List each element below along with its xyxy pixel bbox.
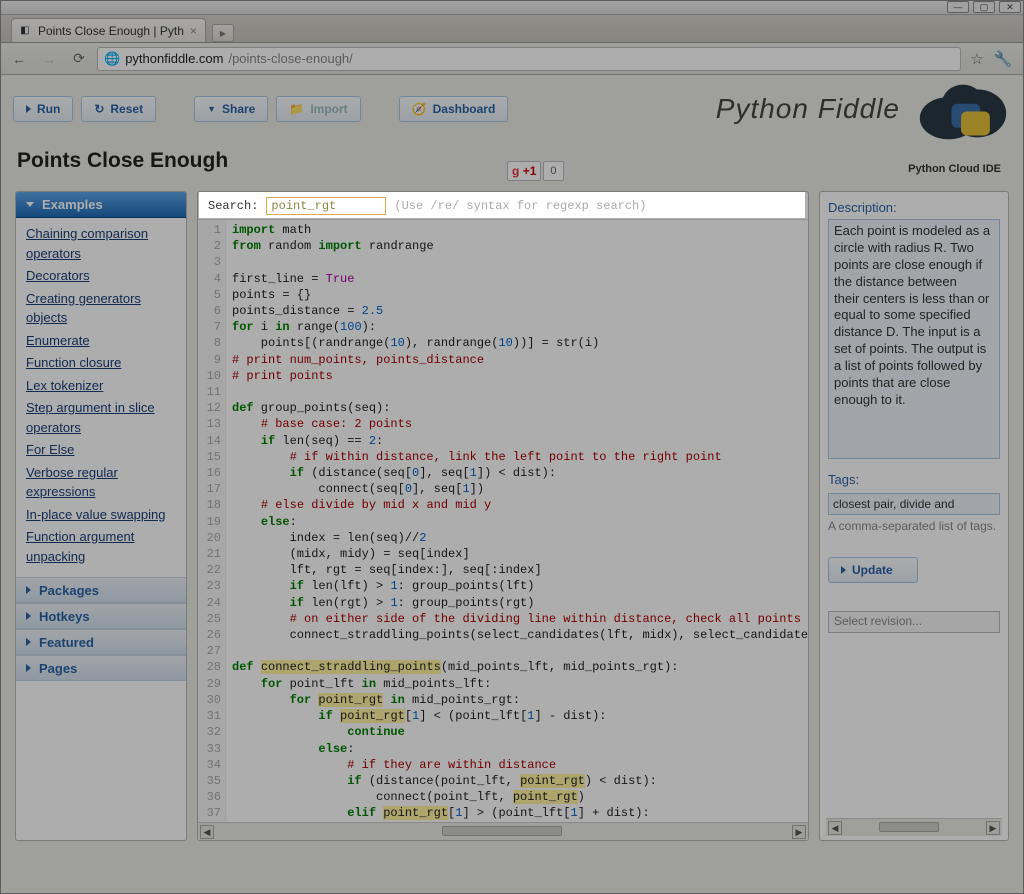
url-path: /points-close-enough/ xyxy=(228,51,352,66)
browser-toolbar: ← → ⟳ 🌐 pythonfiddle.com/points-close-en… xyxy=(1,43,1023,75)
scroll-right-icon[interactable]: ▶ xyxy=(792,825,806,839)
play-icon xyxy=(26,105,31,113)
sidebar-item[interactable]: Lex tokenizer xyxy=(26,376,176,396)
line-gutter: 1 2 3 4 5 6 7 8 9 10 11 12 13 14 15 16 1… xyxy=(198,220,226,822)
new-tab-button[interactable]: ▸ xyxy=(212,24,234,42)
url-host: pythonfiddle.com xyxy=(125,51,223,66)
page-title: Points Close Enough xyxy=(17,149,228,173)
forward-button[interactable]: → xyxy=(37,47,61,71)
update-button[interactable]: Update xyxy=(828,557,918,583)
app-toolbar: Run ↻ Reset ▼ Share 📁 Import 🧭 Dashboard Pyt… xyxy=(13,89,1011,129)
editor-scrollbar[interactable]: ◀ ▶ xyxy=(198,822,808,840)
google-plus-widget[interactable]: g +1 0 xyxy=(507,161,564,181)
browser-tab[interactable]: ◧ Points Close Enough | Pyth × xyxy=(11,18,206,42)
code-editor[interactable]: 1 2 3 4 5 6 7 8 9 10 11 12 13 14 15 16 1… xyxy=(198,220,808,822)
chevron-right-icon xyxy=(26,586,31,594)
sidebar-item[interactable]: Enumerate xyxy=(26,331,176,351)
sidebar-item[interactable]: For Else xyxy=(26,440,176,460)
sidebar-header-collapsed[interactable]: Pages xyxy=(16,655,186,681)
code-text[interactable]: import math from random import randrange… xyxy=(226,220,808,822)
sidebar-header-label: Examples xyxy=(42,197,103,212)
sidebar-header-label: Featured xyxy=(39,635,94,650)
chevron-right-icon xyxy=(26,638,31,646)
editor-panel: Search: (Use /re/ syntax for regexp sear… xyxy=(197,191,809,841)
description-textarea[interactable] xyxy=(828,219,1000,459)
sidebar-header-label: Pages xyxy=(39,661,77,676)
tags-input[interactable] xyxy=(828,493,1000,515)
reload-button[interactable]: ⟳ xyxy=(67,47,91,71)
globe-icon: 🌐 xyxy=(104,51,120,67)
scroll-right-icon[interactable]: ▶ xyxy=(986,821,1000,835)
brand-subtitle: Python Cloud IDE xyxy=(908,163,1001,175)
tags-label: Tags: xyxy=(828,472,1000,487)
tab-close-icon[interactable]: × xyxy=(190,24,197,38)
sidebar-item[interactable]: Verbose regular expressions xyxy=(26,463,176,502)
sidebar-item[interactable]: Function argument unpacking xyxy=(26,527,176,566)
import-label: Import xyxy=(310,102,347,116)
sidebar-header-collapsed[interactable]: Packages xyxy=(16,577,186,603)
reset-label: Reset xyxy=(110,102,143,116)
chevron-right-icon xyxy=(26,612,31,620)
sidebar-header-label: Packages xyxy=(39,583,99,598)
url-bar[interactable]: 🌐 pythonfiddle.com/points-close-enough/ xyxy=(97,47,961,71)
share-label: Share xyxy=(222,102,255,116)
scroll-left-icon[interactable]: ◀ xyxy=(828,821,842,835)
tab-title: Points Close Enough | Pyth xyxy=(38,24,184,38)
sidebar-item[interactable]: In-place value swapping xyxy=(26,505,176,525)
window-maximize-button[interactable]: ▢ xyxy=(973,1,995,13)
description-label: Description: xyxy=(828,200,1000,215)
browser-tabstrip: ◧ Points Close Enough | Pyth × ▸ xyxy=(1,15,1023,43)
sidebar-item[interactable]: Decorators xyxy=(26,266,176,286)
gplus-label: +1 xyxy=(523,164,537,178)
dashboard-button[interactable]: 🧭 Dashboard xyxy=(399,96,509,122)
gplus-count: 0 xyxy=(543,161,563,181)
revision-select[interactable]: Select revision... xyxy=(828,611,1000,633)
update-label: Update xyxy=(852,563,893,577)
spotlight-overlay xyxy=(199,192,805,218)
reset-button[interactable]: ↻ Reset xyxy=(81,96,156,122)
sidebar-item[interactable]: Step argument in slice operators xyxy=(26,398,176,437)
scroll-thumb[interactable] xyxy=(879,822,939,832)
sidebar-header-collapsed[interactable]: Hotkeys xyxy=(16,603,186,629)
scroll-thumb[interactable] xyxy=(442,826,562,836)
brand-logo xyxy=(915,75,1011,143)
tab-favicon: ◧ xyxy=(18,24,32,38)
reset-icon: ↻ xyxy=(94,102,104,116)
scroll-left-icon[interactable]: ◀ xyxy=(200,825,214,839)
run-label: Run xyxy=(37,102,60,116)
settings-wrench-icon[interactable]: 🔧 xyxy=(993,50,1013,68)
sidebar: Examples Chaining comparison operators De… xyxy=(15,191,187,841)
folder-icon: 📁 xyxy=(289,102,304,116)
share-button[interactable]: ▼ Share xyxy=(194,96,268,122)
gauge-icon: 🧭 xyxy=(412,102,427,116)
window-close-button[interactable]: ✕ xyxy=(999,1,1021,13)
sidebar-item[interactable]: Creating generators objects xyxy=(26,289,176,328)
meta-scrollbar[interactable]: ◀ ▶ xyxy=(826,818,1002,836)
chevron-down-icon: ▼ xyxy=(207,104,216,114)
bookmark-star-icon[interactable]: ☆ xyxy=(967,50,987,68)
sidebar-item[interactable]: Chaining comparison operators xyxy=(26,224,176,263)
brand-title: Python Fiddle xyxy=(716,93,900,125)
sidebar-header-label: Hotkeys xyxy=(39,609,90,624)
chevron-right-icon xyxy=(26,664,31,672)
meta-panel: Description: Tags: A comma-separated lis… xyxy=(819,191,1009,841)
window-minimize-button[interactable]: — xyxy=(947,1,969,13)
import-button[interactable]: 📁 Import xyxy=(276,96,360,122)
sidebar-header-examples[interactable]: Examples xyxy=(16,192,186,218)
tags-hint: A comma-separated list of tags. xyxy=(828,519,1000,535)
sidebar-header-collapsed[interactable]: Featured xyxy=(16,629,186,655)
sidebar-item[interactable]: Function closure xyxy=(26,353,176,373)
chevron-down-icon xyxy=(26,202,34,207)
dashboard-label: Dashboard xyxy=(433,102,496,116)
run-button[interactable]: Run xyxy=(13,96,73,122)
play-icon xyxy=(841,566,846,574)
back-button[interactable]: ← xyxy=(7,47,31,71)
window-titlebar: — ▢ ✕ xyxy=(1,1,1023,15)
